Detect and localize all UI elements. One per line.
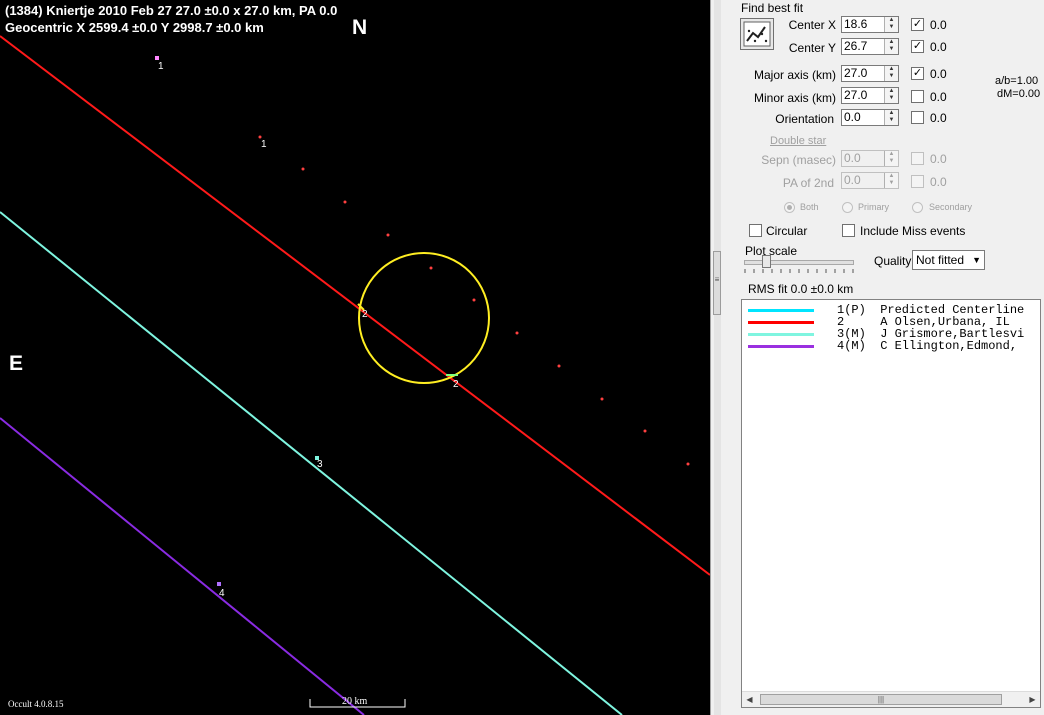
grip-icon: ≡: [714, 275, 720, 284]
legend-line: [748, 345, 814, 348]
splitter-scrollbar[interactable]: ≡: [710, 0, 724, 715]
chord-label: 1: [158, 61, 164, 72]
orientation-label: Orientation: [775, 112, 834, 126]
quality-select[interactable]: Not fitted ▼: [912, 250, 985, 270]
predicted-dot: [557, 364, 561, 368]
pa-2nd-input[interactable]: 0.0 ▲ ▼: [841, 172, 899, 189]
chord-label: 1: [261, 139, 267, 150]
version-label: Occult 4.0.8.15: [8, 699, 64, 709]
sepn-uncertainty: 0.0: [930, 152, 947, 166]
circular-label: Circular: [766, 224, 808, 238]
slider-ticks: [744, 269, 854, 273]
occultation-plot[interactable]: 1 1 2 2 3 4 (1384) Kniertje 2010 Feb 27 …: [0, 0, 710, 715]
center-y-input[interactable]: 26.7 ▲ ▼: [841, 38, 899, 55]
predicted-dot: [472, 298, 476, 302]
scroll-right-icon[interactable]: ▶: [1025, 692, 1040, 707]
major-axis-uncertainty: 0.0: [930, 67, 947, 81]
plot-title: (1384) Kniertje 2010 Feb 27 27.0 ±0.0 x …: [5, 3, 338, 18]
radio-both-label: Both: [800, 202, 819, 212]
plot-canvas: 1 1 2 2 3 4: [0, 35, 710, 715]
scale-label: 20 km: [342, 696, 368, 707]
sepn-checkbox[interactable]: [911, 152, 924, 165]
ratio-ab: a/b=1.00: [995, 75, 1039, 87]
sepn-label: Sepn (masec): [761, 153, 836, 167]
chord-label: 2: [362, 309, 368, 320]
predicted-dot: [515, 331, 519, 335]
sepn-input[interactable]: 0.0 ▲ ▼: [841, 150, 899, 167]
center-x-checkbox[interactable]: ✓: [911, 18, 924, 31]
chart-fit-icon: [743, 21, 771, 47]
predicted-dot: [343, 200, 347, 204]
center-y-checkbox[interactable]: ✓: [911, 40, 924, 53]
find-best-fit-button[interactable]: [740, 18, 774, 50]
chord-grismore-line: [0, 211, 623, 715]
predicted-dot: [429, 266, 433, 270]
center-y-label: Center Y: [788, 41, 836, 55]
predicted-dot: [600, 397, 604, 401]
chord-olsen-line: [0, 35, 710, 576]
radio-primary[interactable]: [842, 202, 853, 213]
radio-secondary[interactable]: [912, 202, 923, 213]
minor-axis-uncertainty: 0.0: [930, 90, 947, 104]
asteroid-ellipse: [358, 252, 490, 384]
center-x-uncertainty: 0.0: [930, 18, 947, 32]
station-marker: [155, 56, 159, 60]
include-miss-checkbox[interactable]: [842, 224, 855, 237]
scroll-thumb[interactable]: |||: [760, 694, 1002, 705]
chevron-down-icon: ▼: [972, 255, 981, 265]
chord-label: 3: [317, 459, 323, 470]
pa-2nd-checkbox[interactable]: [911, 175, 924, 188]
minor-axis-input[interactable]: 27.0 ▲ ▼: [841, 87, 899, 104]
station-marker: [217, 582, 221, 586]
east-label: E: [9, 352, 24, 375]
pa-2nd-label: PA of 2nd: [782, 176, 834, 190]
legend-line: [748, 309, 814, 312]
circular-checkbox[interactable]: [749, 224, 762, 237]
center-x-label: Center X: [788, 18, 836, 32]
find-best-fit-label: Find best fit: [741, 1, 804, 15]
predicted-centerline-dots: [258, 135, 690, 466]
chord-label: 2: [453, 379, 459, 390]
scroll-left-icon[interactable]: ◀: [742, 692, 757, 707]
plot-geocentric-coords: Geocentric X 2599.4 ±0.0 Y 2998.7 ±0.0 k…: [5, 20, 264, 35]
plot-scale-slider-track[interactable]: [744, 260, 854, 265]
minor-axis-checkbox[interactable]: [911, 90, 924, 103]
plot-scale-slider-thumb[interactable]: [762, 255, 771, 268]
predicted-dot: [301, 167, 305, 171]
minor-axis-label: Minor axis (km): [753, 91, 836, 105]
double-star-label: Double star: [770, 135, 827, 147]
radio-both[interactable]: [784, 202, 795, 213]
list-item[interactable]: 4(M) C Ellington,Edmond,: [742, 339, 1040, 353]
orientation-uncertainty: 0.0: [930, 111, 947, 125]
chord-label: 4: [219, 588, 225, 599]
predicted-dot: [643, 429, 647, 433]
legend-line: [748, 333, 814, 336]
orientation-checkbox[interactable]: [911, 111, 924, 124]
legend-line: [748, 321, 814, 324]
delta-mag: dM=0.00: [997, 88, 1041, 100]
scroll-track: [714, 0, 721, 715]
radio-primary-label: Primary: [858, 202, 889, 212]
legend-horizontal-scrollbar[interactable]: ◀ ||| ▶: [742, 691, 1040, 707]
pa-2nd-uncertainty: 0.0: [930, 175, 947, 189]
center-y-uncertainty: 0.0: [930, 40, 947, 54]
center-x-input[interactable]: 18.6 ▲ ▼: [841, 16, 899, 33]
include-miss-label: Include Miss events: [860, 224, 966, 238]
radio-secondary-label: Secondary: [929, 202, 973, 212]
fit-control-panel: Find best fit Center X 18.6 ▲ ▼ ✓ 0.0 Cent…: [724, 0, 1044, 715]
predicted-dot: [386, 233, 390, 237]
rms-fit-label: RMS fit 0.0 ±0.0 km: [748, 282, 854, 296]
plot-scale-label: Plot scale: [745, 244, 798, 258]
scroll-thumb[interactable]: ≡: [713, 251, 721, 315]
quality-label: Quality: [874, 254, 912, 268]
orientation-input[interactable]: 0.0 ▲ ▼: [841, 109, 899, 126]
major-axis-checkbox[interactable]: ✓: [911, 67, 924, 80]
north-label: N: [352, 16, 368, 39]
predicted-dot: [686, 462, 690, 466]
major-axis-label: Major axis (km): [753, 68, 836, 82]
observer-legend-list[interactable]: 1(P) Predicted Centerline 2 A Olsen,Urba…: [741, 299, 1041, 708]
major-axis-input[interactable]: 27.0 ▲ ▼: [841, 65, 899, 82]
